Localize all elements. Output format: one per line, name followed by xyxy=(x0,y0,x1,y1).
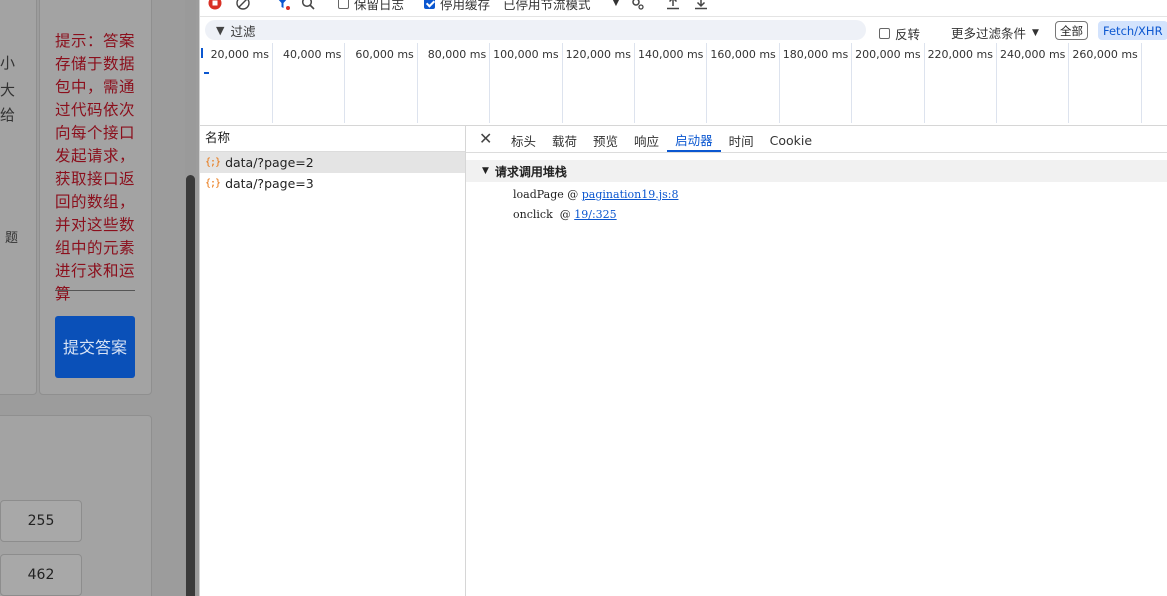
filter-bar: ▼ 过滤 反转 更多过滤条件 ▼ 全部 Fetch/XHR xyxy=(200,17,1167,43)
preserve-log-label: 保留日志 xyxy=(354,0,405,12)
timeline-tick-label: 40,000 ms xyxy=(282,48,342,61)
timeline-tick-label: 80,000 ms xyxy=(427,48,487,61)
xhr-icon: {;} xyxy=(205,157,221,168)
timeline-gridline xyxy=(851,43,853,123)
xhr-icon: {;} xyxy=(205,178,221,189)
call-stack-title: 请求调用堆栈 xyxy=(494,164,567,179)
timeline-gridline xyxy=(344,43,346,123)
throttling-label: 已停用节流模式 xyxy=(503,0,591,12)
request-row[interactable]: {;} data/?page=3 xyxy=(200,173,465,194)
divider xyxy=(55,290,135,291)
frame-function: onclick xyxy=(513,208,553,221)
timeline-tick-label: 240,000 ms xyxy=(999,48,1066,61)
timeline-tick-label: 200,000 ms xyxy=(855,48,921,61)
checkbox-checked-icon[interactable] xyxy=(424,0,435,9)
network-toolbar: 保留日志 停用缓存 已停用节流模式 ▼ xyxy=(200,0,1167,17)
call-stack-header[interactable]: ▼ 请求调用堆栈 xyxy=(466,160,1167,182)
import-har-icon[interactable] xyxy=(666,0,680,11)
submit-answer-button[interactable]: 提交答案 xyxy=(55,316,135,378)
detail-tabs: ✕ 标头 载荷 预览 响应 启动器 时间 Cookie xyxy=(466,126,1167,153)
tab-response[interactable]: 响应 xyxy=(626,128,667,152)
more-filters-label: 更多过滤条件 xyxy=(951,26,1027,41)
close-icon[interactable]: ✕ xyxy=(479,129,492,148)
tab-preview[interactable]: 预览 xyxy=(585,128,626,152)
expand-triangle-icon: ▼ xyxy=(482,166,489,176)
invert-label: 反转 xyxy=(895,27,921,42)
more-filters-dropdown[interactable]: 更多过滤条件 ▼ xyxy=(951,23,1039,42)
export-har-icon[interactable] xyxy=(694,0,708,11)
filter-chip-all[interactable]: 全部 xyxy=(1055,21,1088,40)
timeline-tick-label: 100,000 ms xyxy=(493,48,559,61)
request-row[interactable]: {;} data/?page=2 xyxy=(200,152,465,173)
dropdown-arrow-icon: ▼ xyxy=(612,0,620,8)
timeline-tick-label: 160,000 ms xyxy=(710,48,776,61)
stack-frame: loadPage @ pagination19.js:8 xyxy=(513,188,678,201)
edge-text: 小 xyxy=(0,54,16,72)
invert-checkbox[interactable]: 反转 xyxy=(879,24,920,43)
number-button[interactable]: 255 xyxy=(0,500,82,542)
filter-placeholder: 过滤 xyxy=(230,23,256,39)
tab-timing[interactable]: 时间 xyxy=(721,128,762,152)
edge-text: 大 xyxy=(0,81,16,99)
timeline-gridline xyxy=(1140,43,1142,123)
timeline-gridline xyxy=(923,43,925,123)
frame-function: loadPage xyxy=(513,188,564,201)
disable-cache-label: 停用缓存 xyxy=(440,0,491,12)
tab-payload[interactable]: 载荷 xyxy=(544,128,585,152)
stack-frame: onclick @ 19/:325 xyxy=(513,208,617,221)
timeline-overview[interactable]: 20,000 ms 40,000 ms 60,000 ms 80,000 ms 100,… xyxy=(200,43,1167,126)
timeline-gridline xyxy=(778,43,780,123)
timeline-gridline xyxy=(1068,43,1070,123)
funnel-icon: ▼ xyxy=(216,23,225,37)
timeline-gridline xyxy=(634,43,635,123)
frame-at: @ xyxy=(567,188,579,201)
name-column-header[interactable]: 名称 xyxy=(200,126,465,152)
network-settings-icon[interactable] xyxy=(630,0,644,11)
request-list: 名称 {;} data/?page=2 {;} data/?page=3 xyxy=(200,126,466,596)
webpage-panel: 小 大 给 题 提示：答案存储于数据包中，需通过代码依次向每个接口发起请求，获取… xyxy=(0,0,199,596)
filter-chip-fetch-xhr[interactable]: Fetch/XHR xyxy=(1098,21,1167,40)
timeline-tick-label: 260,000 ms xyxy=(1072,48,1138,61)
tab-headers[interactable]: 标头 xyxy=(503,128,544,152)
request-name: data/?page=3 xyxy=(225,176,314,191)
source-link[interactable]: pagination19.js:8 xyxy=(582,188,679,201)
checkbox-icon[interactable] xyxy=(338,0,349,9)
timeline-tick-label: 120,000 ms xyxy=(565,48,631,61)
clear-icon[interactable] xyxy=(236,0,250,11)
timeline-tick-label: 180,000 ms xyxy=(782,48,849,61)
timeline-tick-label: 60,000 ms xyxy=(355,48,414,61)
timeline-gridline xyxy=(272,43,273,123)
source-link[interactable]: 19/:325 xyxy=(574,208,616,221)
tab-initiator[interactable]: 启动器 xyxy=(667,128,721,152)
timeline-tick-label: 140,000 ms xyxy=(637,48,704,61)
filter-input[interactable]: ▼ 过滤 xyxy=(205,20,866,40)
filter-icon[interactable] xyxy=(276,0,290,11)
number-button[interactable]: 462 xyxy=(0,554,82,596)
search-icon[interactable] xyxy=(301,0,315,11)
throttling-select[interactable]: 已停用节流模式 ▼ xyxy=(503,0,620,12)
timeline-marker xyxy=(201,48,203,58)
edge-text: 题 xyxy=(5,231,19,246)
checkbox-icon[interactable] xyxy=(879,28,890,39)
request-name: data/?page=2 xyxy=(225,155,314,170)
scrollbar-thumb[interactable] xyxy=(186,175,195,596)
frame-at: @ xyxy=(559,208,571,221)
devtools-network-panel: 保留日志 停用缓存 已停用节流模式 ▼ ▼ 过滤 反转 更多过滤条件 ▼ 全部 … xyxy=(199,0,1167,596)
timeline-tick-label: 220,000 ms xyxy=(927,48,993,61)
timeline-gridline xyxy=(996,43,997,123)
timeline-gridline xyxy=(416,43,418,123)
stop-recording-icon[interactable] xyxy=(208,0,222,11)
edge-text: 给 xyxy=(0,106,16,124)
hint-text: 提示：答案存储于数据包中，需通过代码依次向每个接口发起请求，获取接口返回的数组，… xyxy=(55,32,136,303)
timeline-tick-label: 20,000 ms xyxy=(210,48,269,61)
timeline-gridline xyxy=(706,43,708,123)
timeline-gridline xyxy=(561,43,563,123)
disable-cache-checkbox[interactable]: 停用缓存 xyxy=(424,0,491,12)
dropdown-arrow-icon: ▼ xyxy=(1032,27,1039,38)
timeline-gridline xyxy=(489,43,491,123)
timeline-marker xyxy=(204,72,209,74)
preserve-log-checkbox[interactable]: 保留日志 xyxy=(338,0,405,12)
tab-cookies[interactable]: Cookie xyxy=(762,128,820,152)
request-detail-panel: ✕ 标头 载荷 预览 响应 启动器 时间 Cookie ▼ 请求调用堆栈 loa… xyxy=(466,126,1167,596)
